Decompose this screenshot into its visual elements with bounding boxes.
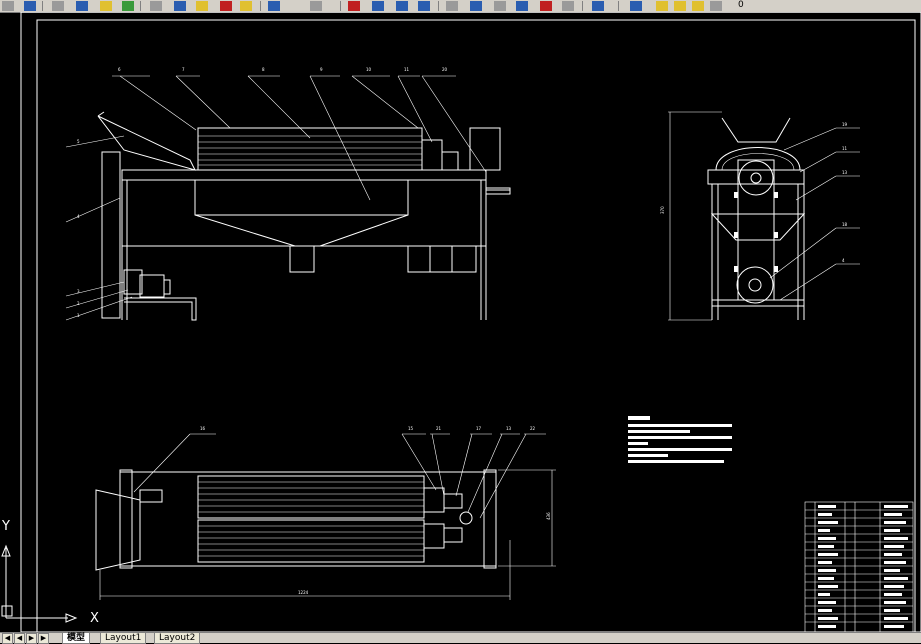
sheet-border <box>20 12 921 632</box>
svg-text:19: 19 <box>842 122 848 127</box>
svg-text:13: 13 <box>842 170 848 175</box>
toolbar-separator <box>42 1 43 11</box>
svg-text:6: 6 <box>118 67 121 72</box>
toolbar-separator <box>438 1 439 11</box>
svg-text:18: 18 <box>842 222 848 227</box>
svg-text:436: 436 <box>546 512 551 520</box>
svg-text:4: 4 <box>77 214 80 219</box>
svg-text:370: 370 <box>660 206 665 214</box>
svg-text:11: 11 <box>842 146 848 151</box>
svg-text:3: 3 <box>77 289 80 294</box>
svg-text:4: 4 <box>842 258 845 263</box>
tab-next-button[interactable]: ▶ <box>26 633 37 644</box>
svg-text:16: 16 <box>200 426 206 431</box>
svg-text:20: 20 <box>442 67 448 72</box>
svg-text:21: 21 <box>436 426 442 431</box>
layer-color-icon[interactable] <box>710 1 722 11</box>
svg-text:13: 13 <box>506 426 512 431</box>
svg-text:8: 8 <box>262 67 265 72</box>
cut-icon[interactable] <box>150 1 162 11</box>
tab-model[interactable]: 模型 <box>62 633 91 644</box>
toolbar-separator <box>260 1 261 11</box>
layer-freeze-icon[interactable] <box>674 1 686 11</box>
tab-layout2[interactable]: Layout2 <box>154 633 201 644</box>
copy-icon[interactable] <box>174 1 186 11</box>
3d-dwf-icon[interactable] <box>122 1 134 11</box>
svg-text:10: 10 <box>366 67 372 72</box>
zoom-previous-icon[interactable] <box>418 1 430 11</box>
layer-current-value[interactable]: 0 <box>738 0 744 11</box>
parts-list <box>804 501 914 632</box>
markup-icon[interactable] <box>540 1 552 11</box>
plot-preview-icon[interactable] <box>76 1 88 11</box>
match-properties-icon[interactable] <box>220 1 232 11</box>
open-icon[interactable] <box>2 1 14 11</box>
svg-text:22: 22 <box>530 426 536 431</box>
design-center-icon[interactable] <box>470 1 482 11</box>
ucs-icon <box>1 544 78 623</box>
toolbar-separator <box>618 1 619 11</box>
undo-icon[interactable] <box>268 1 280 11</box>
svg-text:17: 17 <box>476 426 482 431</box>
redo-icon[interactable] <box>310 1 322 11</box>
svg-text:7: 7 <box>182 67 185 72</box>
toolbar-separator <box>340 1 341 11</box>
properties-icon[interactable] <box>446 1 458 11</box>
ucs-y-label: Y <box>1 519 10 534</box>
print-icon[interactable] <box>52 1 64 11</box>
pan-icon[interactable] <box>348 1 360 11</box>
block-editor-icon[interactable] <box>240 1 252 11</box>
svg-text:11: 11 <box>404 67 410 72</box>
svg-text:5: 5 <box>77 139 80 144</box>
layout-tab-bar: ◀ ◀ ▶ ▶ 模型 Layout1 Layout2 <box>0 632 921 644</box>
layer-lock-icon[interactable] <box>692 1 704 11</box>
layer-on-icon[interactable] <box>656 1 668 11</box>
plan-view: 1224 436 16 15 21 17 13 22 <box>95 426 556 600</box>
toolbar-separator <box>140 1 141 11</box>
tab-last-button[interactable]: ▶ <box>38 633 49 644</box>
svg-text:9: 9 <box>320 67 323 72</box>
help-icon[interactable] <box>592 1 604 11</box>
svg-text:2: 2 <box>77 301 80 306</box>
zoom-window-icon[interactable] <box>396 1 408 11</box>
technical-notes <box>628 416 732 463</box>
title-frame <box>36 19 916 632</box>
side-view: 370 19 11 13 18 4 <box>660 111 860 321</box>
paste-icon[interactable] <box>196 1 208 11</box>
tab-first-button[interactable]: ◀ <box>2 633 13 644</box>
front-view: 678 9 10 11 2054 321 <box>65 67 511 321</box>
tab-layout1[interactable]: Layout1 <box>100 633 147 644</box>
svg-text:15: 15 <box>408 426 414 431</box>
calculator-icon[interactable] <box>562 1 574 11</box>
publish-icon[interactable] <box>100 1 112 11</box>
layer-manager-icon[interactable] <box>630 1 642 11</box>
svg-text:1224: 1224 <box>298 590 309 595</box>
sheet-set-icon[interactable] <box>516 1 528 11</box>
toolbar-separator <box>582 1 583 11</box>
tool-palette-icon[interactable] <box>494 1 506 11</box>
zoom-realtime-icon[interactable] <box>372 1 384 11</box>
save-icon[interactable] <box>24 1 36 11</box>
drawing-canvas[interactable]: 6 7 8 9 10 11 20 5 4 3 21 370 191113 184 1224… <box>0 12 921 632</box>
tab-prev-button[interactable]: ◀ <box>14 633 25 644</box>
ucs-x-label: X <box>90 611 99 626</box>
